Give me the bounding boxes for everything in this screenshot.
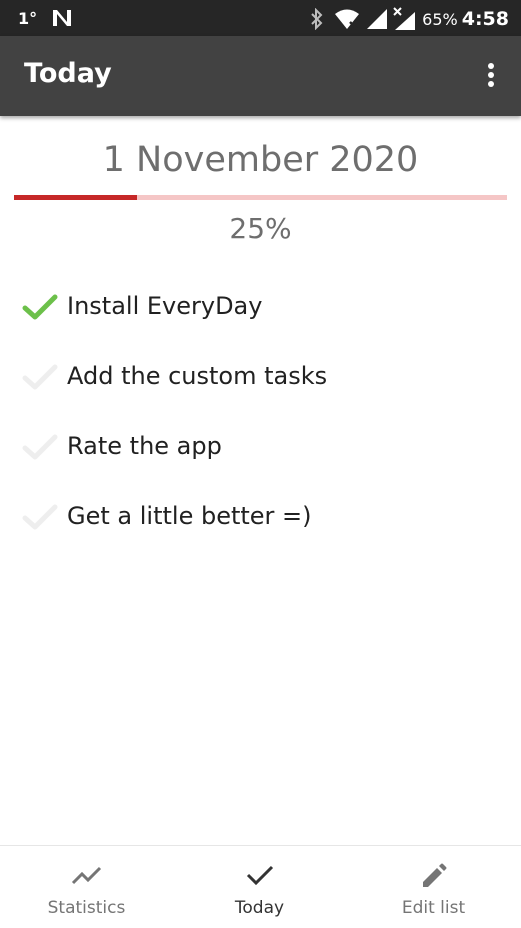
check-icon[interactable]: [22, 363, 58, 391]
app-bar: Today: [0, 36, 521, 116]
task-list: Install EveryDay Add the custom tasks Ra…: [0, 272, 521, 552]
task-label: Rate the app: [67, 432, 222, 460]
check-icon[interactable]: [22, 433, 58, 461]
more-vert-icon[interactable]: [479, 60, 503, 92]
status-bar: 1° 65% 4:58: [0, 0, 521, 36]
task-label: Add the custom tasks: [67, 362, 328, 390]
task-item[interactable]: Rate the app: [0, 412, 521, 482]
task-item[interactable]: Add the custom tasks: [0, 342, 521, 412]
check-icon[interactable]: [22, 503, 58, 531]
nav-today-label: Today: [234, 898, 285, 918]
progress-percent: 25%: [229, 212, 292, 245]
app-title: Today: [24, 58, 112, 89]
nav-today[interactable]: Today: [173, 846, 346, 928]
battery-percent: 65%: [422, 9, 458, 29]
task-item[interactable]: Get a little better =): [0, 482, 521, 552]
bluetooth-icon: [311, 8, 323, 30]
task-item[interactable]: Install EveryDay: [0, 272, 521, 342]
nav-edit-list-label: Edit list: [401, 898, 466, 918]
progress-bar-fill: [14, 195, 138, 200]
nav-edit-list[interactable]: Edit list: [347, 846, 520, 928]
task-label: Install EveryDay: [67, 292, 263, 320]
pencil-icon: [422, 863, 446, 887]
nav-statistics[interactable]: Statistics: [0, 846, 173, 928]
notification-n-icon: [53, 10, 72, 26]
signal-icon: [367, 9, 388, 29]
signal-no-data-icon: [393, 7, 416, 30]
date-title: 1 November 2020: [102, 140, 419, 180]
progress-bar: [14, 195, 507, 200]
trending-up-icon: [71, 866, 101, 885]
task-label: Get a little better =): [67, 502, 312, 530]
nav-statistics-label: Statistics: [47, 898, 126, 918]
check-icon: [246, 865, 273, 886]
wifi-icon: [335, 9, 360, 30]
temperature-text: 1°: [18, 8, 38, 28]
clock-time: 4:58: [461, 8, 509, 30]
check-icon[interactable]: [22, 293, 58, 321]
bottom-navigation: Statistics Today Edit list: [0, 845, 521, 928]
